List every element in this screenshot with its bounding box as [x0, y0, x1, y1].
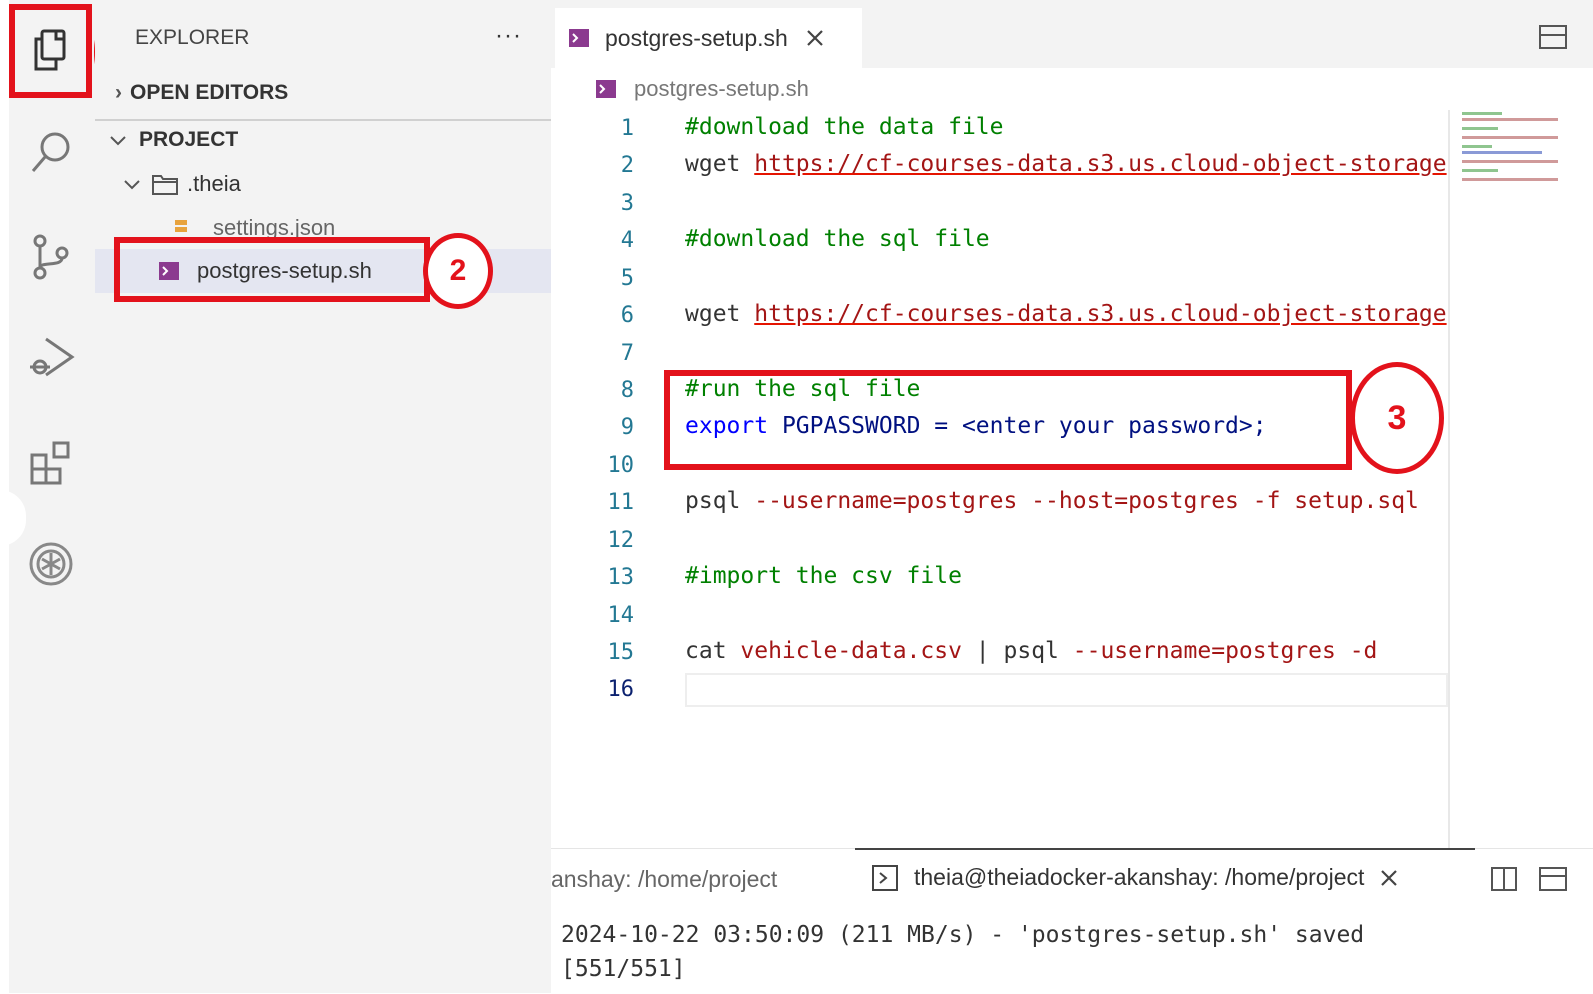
folder-icon — [152, 175, 178, 195]
line-number: 1 — [620, 116, 634, 141]
skills-network-icon[interactable] — [23, 536, 79, 592]
line-number: 9 — [620, 415, 634, 440]
line-number: 14 — [607, 603, 635, 628]
line-number: 10 — [607, 453, 635, 478]
chevron-down-icon — [110, 136, 126, 146]
close-icon[interactable] — [1378, 867, 1400, 889]
terminal-tab-inactive[interactable]: anshay: /home/project — [551, 866, 777, 893]
code-line-11[interactable]: psql --username=postgres --host=postgres… — [685, 488, 1448, 514]
current-line-highlight[interactable] — [685, 673, 1448, 707]
tab-label: postgres-setup.sh — [605, 24, 788, 51]
code-line-15[interactable]: cat vehicle-data.csv | psql --username=p… — [685, 638, 1448, 664]
open-editors-label: OPEN EDITORS — [130, 81, 289, 104]
code-line-6[interactable]: wget https://cf-courses-data.s3.us.cloud… — [685, 301, 1448, 327]
more-actions-icon[interactable]: ··· — [495, 16, 522, 56]
explorer-sidebar: EXPLORER ··· › OPEN EDITORS PROJECT .the… — [95, 0, 551, 993]
comment: #download the sql file — [685, 226, 990, 252]
shell-file-icon — [569, 29, 589, 47]
toggle-panel-icon[interactable] — [1538, 24, 1568, 50]
source-control-icon[interactable] — [23, 228, 79, 284]
chevron-down-icon — [124, 180, 140, 190]
terminal-icon — [872, 864, 898, 891]
activity-bar — [9, 0, 95, 993]
line-number: 4 — [620, 228, 634, 253]
line-number: 11 — [607, 490, 635, 515]
terminal-tab-active[interactable]: theia@theiadocker-akanshay: /home/projec… — [872, 864, 1400, 891]
code-line-2[interactable]: wget https://cf-courses-data.s3.us.cloud… — [685, 151, 1448, 177]
annotation-badge-2: 2 — [423, 233, 493, 309]
command: wget — [685, 151, 755, 177]
annotation-badge-3: 3 — [1350, 362, 1444, 474]
terminal-tab-label: theia@theiadocker-akanshay: /home/projec… — [914, 864, 1365, 890]
command: psql — [685, 488, 741, 514]
annotation-box-2 — [114, 237, 430, 302]
shell-file-icon — [596, 80, 616, 98]
extensions-icon[interactable] — [23, 434, 79, 490]
editor-tab-postgres-setup[interactable]: postgres-setup.sh — [555, 8, 862, 68]
arguments: --username=postgres -d — [1058, 638, 1378, 664]
line-number: 3 — [620, 191, 634, 216]
line-number: 15 — [607, 640, 635, 665]
arguments: --username=postgres --host=postgres -f s… — [740, 488, 1419, 514]
comment: #import the csv file — [685, 563, 962, 589]
split-terminal-icon[interactable] — [1490, 866, 1518, 892]
code-line-1[interactable]: #download the data file — [685, 114, 1448, 140]
sidebar-title: EXPLORER — [135, 26, 250, 49]
line-number: 7 — [620, 341, 634, 366]
search-icon[interactable] — [23, 124, 79, 180]
project-label: PROJECT — [139, 128, 239, 151]
run-debug-icon[interactable] — [23, 328, 79, 384]
annotation-box-3 — [664, 370, 1352, 470]
project-section[interactable]: PROJECT — [107, 120, 238, 160]
annotation-box-1 — [9, 4, 92, 98]
line-number: 13 — [607, 565, 635, 590]
line-number: 5 — [620, 266, 634, 291]
breadcrumb[interactable]: postgres-setup.sh — [596, 76, 809, 102]
tree-item-label: .theia — [187, 171, 241, 196]
pipe: | — [975, 638, 990, 664]
close-icon[interactable] — [804, 27, 826, 49]
url-link[interactable]: https://cf-courses-data.s3.us.cloud-obje… — [754, 301, 1446, 327]
code-line-4[interactable]: #download the sql file — [685, 226, 1448, 252]
command: wget — [685, 301, 755, 327]
line-number: 12 — [607, 528, 635, 553]
open-editors-section[interactable]: › OPEN EDITORS — [115, 73, 288, 113]
maximize-panel-icon[interactable] — [1538, 866, 1568, 892]
line-number: 8 — [620, 378, 634, 403]
comment: #download the data file — [685, 114, 1004, 140]
command: cat — [685, 638, 727, 664]
terminal-output-line: 2024-10-22 03:50:09 (211 MB/s) - 'postgr… — [561, 922, 1365, 948]
breadcrumb-label: postgres-setup.sh — [634, 76, 809, 101]
tree-item-theia-folder[interactable]: .theia — [121, 164, 241, 204]
url-link[interactable]: https://cf-courses-data.s3.us.cloud-obje… — [754, 151, 1446, 177]
command: psql — [989, 638, 1059, 664]
chevron-right-icon: › — [115, 81, 122, 104]
code-line-13[interactable]: #import the csv file — [685, 563, 1448, 589]
minimap-divider — [1448, 110, 1450, 848]
line-number: 2 — [620, 153, 634, 178]
line-number-current: 16 — [607, 677, 635, 702]
minimap[interactable] — [1462, 110, 1566, 181]
terminal-output-line: [551/551] — [561, 956, 686, 982]
line-number: 6 — [620, 303, 634, 328]
arguments: vehicle-data.csv — [726, 638, 976, 664]
active-tab-indicator — [855, 848, 1475, 850]
